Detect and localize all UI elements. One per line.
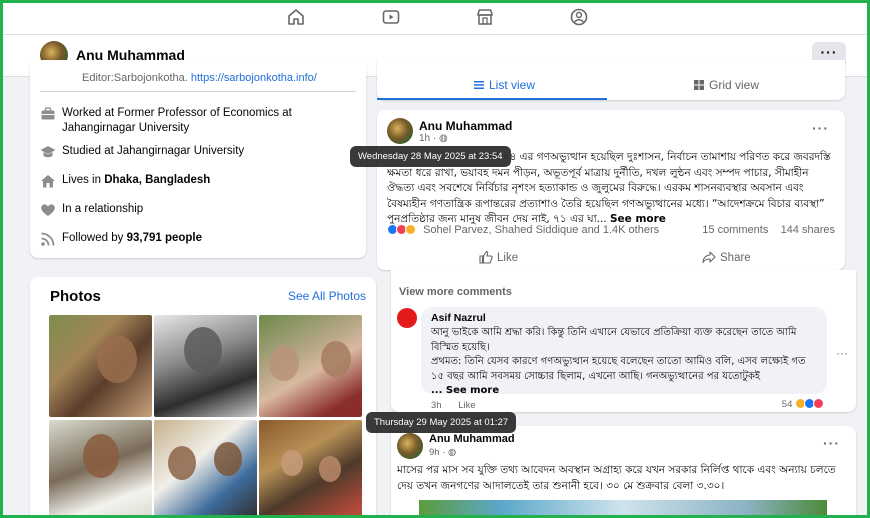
home-icon[interactable] — [286, 7, 306, 27]
comments-section: View more comments Asif Nazrul আনু ভাইকে… — [391, 270, 856, 412]
lives-prefix: Lives in — [62, 174, 101, 186]
like-label: Like — [497, 252, 519, 264]
view-tabs: List view Grid view — [377, 60, 845, 100]
view-more-comments-link[interactable]: View more comments — [399, 286, 512, 298]
commenter-avatar[interactable] — [397, 308, 417, 328]
post-options-button[interactable]: ··· — [823, 435, 840, 451]
comment-like-button[interactable]: Like — [458, 400, 475, 411]
post-card: Anu Muhammad 1h · ◍ ··· নে। ২৪ এর গণঅভ্য… — [377, 110, 845, 270]
post-author-name[interactable]: Anu Muhammad — [419, 119, 512, 133]
post-author-name[interactable]: Anu Muhammad — [429, 433, 515, 445]
love-reaction-icon — [813, 398, 824, 409]
post-author-avatar[interactable] — [397, 433, 423, 459]
share-label: Share — [720, 252, 751, 264]
reactors-text[interactable]: Sohel Parvez, Shahed Siddique and 1.4K o… — [423, 224, 659, 236]
intro-editor-line: Editor:Sarbojonkotha. https://sarbojonko… — [82, 72, 317, 84]
comment-bubble: Asif Nazrul আনু ভাইকে আমি শ্রদ্ধা করি। ক… — [421, 307, 827, 396]
shares-count[interactable]: 144 shares — [781, 224, 835, 236]
post-time[interactable]: 9h — [429, 447, 440, 458]
comment-footer: 3h Like — [431, 400, 490, 411]
post-stats: 15 comments 144 shares — [702, 224, 835, 236]
comment-reaction-count: 54 — [781, 399, 793, 410]
comment-text: আনু ভাইকে আমি শ্রদ্ধা করি। কিন্তু তিনি এ… — [431, 326, 817, 399]
post-author-avatar[interactable] — [387, 118, 413, 144]
graduation-cap-icon — [40, 144, 56, 160]
comment-paragraph: আনু ভাইকে আমি শ্রদ্ধা করি। কিন্তু তিনি এ… — [431, 327, 797, 353]
followers-count[interactable]: 93,791 people — [127, 232, 202, 244]
rss-icon — [40, 231, 56, 247]
comments-count[interactable]: 15 comments — [702, 224, 768, 236]
comment-options-button[interactable]: ··· — [836, 346, 848, 360]
share-icon — [702, 251, 716, 264]
lives-place[interactable]: Dhaka, Bangladesh — [104, 174, 210, 186]
comment-time[interactable]: 3h — [431, 400, 442, 411]
post-image[interactable] — [419, 500, 827, 518]
photo-thumbnail[interactable] — [154, 315, 257, 417]
haha-reaction-icon — [405, 224, 416, 235]
photos-card: Photos See All Photos — [30, 277, 376, 518]
intro-lives-text: Lives in Dhaka, Bangladesh — [62, 173, 352, 188]
post-time[interactable]: 1h — [419, 133, 430, 144]
comment-reactions[interactable]: 54 — [781, 398, 824, 410]
photo-thumbnail[interactable] — [49, 420, 152, 518]
intro-divider — [40, 91, 356, 92]
globe-icon: ◍ — [439, 133, 448, 144]
heart-icon — [40, 202, 56, 218]
share-button[interactable]: Share — [702, 250, 751, 264]
editor-link[interactable]: https://sarbojonkotha.info/ — [191, 72, 317, 84]
post-reactions-row: Sohel Parvez, Shahed Siddique and 1.4K o… — [387, 224, 835, 236]
intro-study-text: Studied at Jahangirnagar University — [62, 145, 245, 157]
globe-icon: ◍ — [448, 447, 457, 458]
intro-card: Editor:Sarbojonkotha. https://sarbojonko… — [30, 60, 366, 258]
post-meta: 1h · ◍ — [419, 133, 448, 144]
see-all-photos-link[interactable]: See All Photos — [288, 289, 366, 303]
tab-grid-view[interactable]: Grid view — [693, 78, 759, 92]
thumbs-up-icon — [479, 250, 493, 264]
briefcase-icon — [40, 106, 56, 122]
editor-text: Editor:Sarbojonkotha. — [82, 72, 188, 84]
marketplace-icon[interactable] — [475, 7, 495, 27]
photo-thumbnail[interactable] — [259, 420, 362, 518]
intro-followers-text: Followed by 93,791 people — [62, 231, 352, 246]
tab-list-view[interactable]: List view — [473, 78, 535, 92]
commenter-name[interactable]: Asif Nazrul — [431, 312, 817, 324]
post-body: মাসের পর মাস সব যুক্তি তথ্য আবেদন অবস্থা… — [397, 464, 836, 492]
comment-paragraph: প্রথমত: তিনি যেসব কারণে গণঅভ্যুত্থান হয়… — [431, 356, 806, 382]
like-button[interactable]: Like — [479, 250, 518, 264]
video-icon[interactable] — [381, 7, 401, 27]
photo-thumbnail[interactable] — [154, 420, 257, 518]
timestamp-tooltip: Wednesday 28 May 2025 at 23:54 — [350, 146, 511, 167]
list-icon — [474, 81, 484, 89]
post-card: Anu Muhammad 9h · ◍ ··· মাসের পর মাস সব … — [391, 426, 856, 518]
photos-title: Photos — [50, 288, 101, 305]
followed-prefix: Followed by — [62, 232, 124, 244]
intro-work-text: Worked at Former Professor of Economics … — [62, 107, 292, 134]
tab-list-view-label: List view — [489, 78, 536, 92]
photo-thumbnail[interactable] — [49, 315, 152, 417]
photo-thumbnail[interactable] — [259, 315, 362, 417]
timestamp-tooltip: Thursday 29 May 2025 at 01:27 — [366, 412, 517, 433]
grid-icon — [694, 80, 704, 90]
active-tab-indicator — [377, 98, 607, 100]
comment-see-more-link[interactable]: ... See more — [431, 385, 499, 396]
intro-relationship-text: In a relationship — [62, 203, 144, 215]
top-navigation-bar — [0, 0, 870, 35]
tab-grid-view-label: Grid view — [709, 78, 760, 92]
post-meta: 9h · ◍ — [429, 447, 457, 458]
groups-icon[interactable] — [569, 7, 589, 27]
house-icon — [40, 173, 56, 189]
post-options-button[interactable]: ··· — [812, 120, 829, 136]
